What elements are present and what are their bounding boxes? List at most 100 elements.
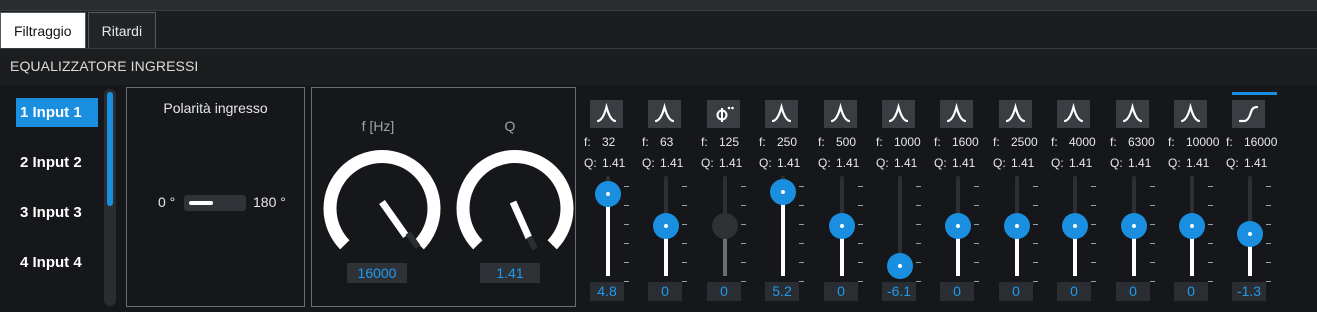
input-item-2[interactable]: 2 Input 2 [16,148,98,177]
slider-tick [624,224,629,225]
gain-slider-thumb[interactable] [653,213,679,239]
gain-value[interactable]: -1.3 [1232,282,1266,301]
slider-tick [1091,205,1096,206]
eq-band-9: f: 4000 Q: 1.41 0 [1051,90,1115,306]
input-item-4[interactable]: 4 Input 4 [16,248,98,277]
band-frequency: f: 500 [818,135,880,149]
band-q-value: 1.41 [1186,156,1210,170]
eq-band-2: f: 63 Q: 1.41 0 [642,90,706,306]
gain-value[interactable]: 0 [1116,282,1150,301]
band-q-key: Q: [701,156,714,170]
input-list-scrollbar-thumb[interactable] [107,92,113,206]
band-q-key: Q: [1051,156,1064,170]
peak-icon [1174,100,1207,128]
gain-value[interactable]: 0 [648,282,682,301]
gain-slider-thumb[interactable] [1237,221,1263,247]
knobs-box: f [Hz] Q 16000 1.41 [311,87,576,307]
filter-type-button[interactable] [1174,100,1207,128]
slider-tick [1091,281,1096,282]
gain-value[interactable]: 0 [824,282,858,301]
peak-icon [765,100,798,128]
slider-tick [1266,224,1271,225]
band-frequency: f: 2500 [993,135,1055,149]
gain-value[interactable]: -6.1 [882,282,916,301]
slider-tick [624,243,629,244]
polarity-toggle[interactable] [184,195,246,211]
slider-tick [1208,224,1213,225]
q-knob-value[interactable]: 1.41 [480,263,540,283]
slider-tick [1150,243,1155,244]
gain-slider-thumb[interactable] [1062,213,1088,239]
slider-tick [1208,281,1213,282]
gain-slider-thumb[interactable] [887,253,913,279]
slider-tick [974,262,979,263]
slider-tick [799,224,804,225]
gain-value[interactable]: 0 [707,282,741,301]
gain-value[interactable]: 0 [1057,282,1091,301]
phase-icon [707,100,740,128]
polarity-toggle-knob[interactable] [189,201,213,205]
band-q-value: 1.41 [1011,156,1035,170]
slider-tick [1150,281,1155,282]
band-frequency: f: 10000 [1168,135,1230,149]
tab-ritardi[interactable]: Ritardi [87,12,157,49]
gain-value[interactable]: 0 [999,282,1033,301]
gain-slider-thumb[interactable] [595,181,621,207]
peak-icon [882,100,915,128]
gain-slider-thumb[interactable] [1121,213,1147,239]
gain-value[interactable]: 0 [1174,282,1208,301]
gain-value[interactable]: 0 [940,282,974,301]
gain-slider-thumb[interactable] [712,213,738,239]
freq-knob[interactable] [316,140,446,260]
band-frequency: f: 125 [701,135,763,149]
gain-value[interactable]: 5.2 [765,282,799,301]
band-q-value: 1.41 [602,156,626,170]
gain-slider-thumb[interactable] [829,213,855,239]
filter-type-button[interactable] [999,100,1032,128]
filter-type-button[interactable] [648,100,681,128]
slider-tick [974,243,979,244]
filter-type-button[interactable] [882,100,915,128]
slider-tick [1033,262,1038,263]
band-frequency-key: f: [642,135,649,149]
filter-type-button[interactable] [940,100,973,128]
slider-tick [1208,262,1213,263]
filter-type-button[interactable] [1232,100,1265,128]
band-q-value: 1.41 [719,156,743,170]
freq-knob-value[interactable]: 16000 [347,263,407,283]
band-q: Q: 1.41 [1226,156,1288,170]
peak-icon [999,100,1032,128]
input-item-3[interactable]: 3 Input 3 [16,198,98,227]
filter-type-button[interactable] [765,100,798,128]
slider-tick [858,243,863,244]
filter-type-button[interactable] [707,100,740,128]
input-item-1[interactable]: 1 Input 1 [16,98,98,127]
band-q: Q: 1.41 [701,156,763,170]
gain-slider-thumb[interactable] [945,213,971,239]
gain-slider-thumb[interactable] [1004,213,1030,239]
band-q-value: 1.41 [952,156,976,170]
slider-tick [1266,205,1271,206]
tab-filtraggio[interactable]: Filtraggio [0,12,86,49]
tab-bar: Filtraggio Ritardi [0,12,158,49]
slider-tick [858,186,863,187]
slider-tick [1150,186,1155,187]
filter-type-button[interactable] [1116,100,1149,128]
gain-value[interactable]: 4.8 [590,282,624,301]
q-knob-label: Q [504,118,516,134]
slider-tick [858,281,863,282]
q-knob[interactable] [449,140,579,260]
slider-tick [799,262,804,263]
filter-type-button[interactable] [590,100,623,128]
filter-type-button[interactable] [1057,100,1090,128]
band-frequency: f: 6300 [1110,135,1172,149]
filter-type-button[interactable] [824,100,857,128]
slider-tick [1266,186,1271,187]
gain-slider-thumb[interactable] [1179,213,1205,239]
slider-tick [1150,224,1155,225]
slider-tick [1150,262,1155,263]
band-frequency-key: f: [1110,135,1117,149]
window-top-bar [0,0,1317,11]
slider-tick [974,224,979,225]
gain-slider-thumb[interactable] [770,179,796,205]
